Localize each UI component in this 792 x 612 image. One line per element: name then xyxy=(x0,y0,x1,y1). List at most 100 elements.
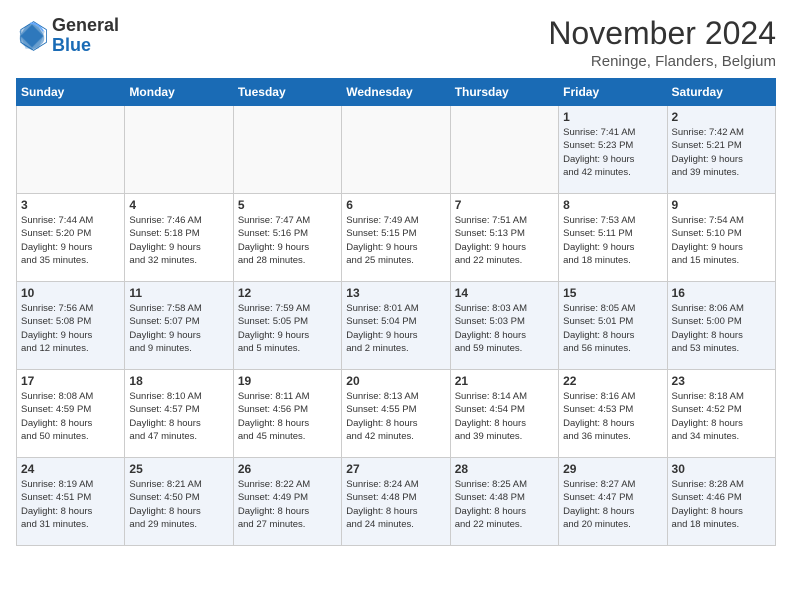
header-row: Sunday Monday Tuesday Wednesday Thursday… xyxy=(17,79,776,106)
col-saturday: Saturday xyxy=(667,79,775,106)
calendar-cell: 17Sunrise: 8:08 AM Sunset: 4:59 PM Dayli… xyxy=(17,370,125,458)
calendar-cell xyxy=(125,106,233,194)
logo-icon xyxy=(16,20,48,52)
day-info: Sunrise: 8:14 AM Sunset: 4:54 PM Dayligh… xyxy=(455,390,554,443)
logo-line2: Blue xyxy=(52,35,91,55)
col-thursday: Thursday xyxy=(450,79,558,106)
calendar-cell: 25 Sunrise: 8:21 AM Sunset: 4:50 PM Dayli… xyxy=(125,458,233,546)
calendar-week-4: 24 Sunrise: 8:19 AM Sunset: 4:51 PM Dayli… xyxy=(17,458,776,546)
calendar-cell: 21 Sunrise: 8:14 AM Sunset: 4:54 PM Dayli… xyxy=(450,370,558,458)
day-number: 8 xyxy=(563,198,662,212)
day-number: 3 xyxy=(21,198,120,212)
day-info: Sunrise: 7:42 AM Sunset: 5:21 PM Dayligh… xyxy=(672,126,771,179)
calendar-cell: 11Sunrise: 7:58 AM Sunset: 5:07 PM Dayli… xyxy=(125,282,233,370)
calendar-cell: 12 Sunrise: 7:59 AM Sunset: 5:05 PM Dayli… xyxy=(233,282,341,370)
calendar-cell: 16 Sunrise: 8:06 AM Sunset: 5:00 PM Dayli… xyxy=(667,282,775,370)
day-number: 16 xyxy=(672,286,771,300)
col-wednesday: Wednesday xyxy=(342,79,450,106)
calendar-cell: 3Sunrise: 7:44 AM Sunset: 5:20 PM Daylig… xyxy=(17,194,125,282)
calendar-cell: 7 Sunrise: 7:51 AM Sunset: 5:13 PM Daylig… xyxy=(450,194,558,282)
day-info: Sunrise: 8:11 AM Sunset: 4:56 PM Dayligh… xyxy=(238,390,337,443)
day-number: 29 xyxy=(563,462,662,476)
col-friday: Friday xyxy=(559,79,667,106)
day-number: 26 xyxy=(238,462,337,476)
day-number: 2 xyxy=(672,110,771,124)
day-number: 5 xyxy=(238,198,337,212)
day-number: 27 xyxy=(346,462,445,476)
calendar-cell xyxy=(342,106,450,194)
calendar-table: Sunday Monday Tuesday Wednesday Thursday… xyxy=(16,78,776,546)
calendar-week-0: 1Sunrise: 7:41 AM Sunset: 5:23 PM Daylig… xyxy=(17,106,776,194)
day-number: 23 xyxy=(672,374,771,388)
day-number: 6 xyxy=(346,198,445,212)
day-number: 7 xyxy=(455,198,554,212)
day-info: Sunrise: 8:22 AM Sunset: 4:49 PM Dayligh… xyxy=(238,478,337,531)
calendar-cell: 26 Sunrise: 8:22 AM Sunset: 4:49 PM Dayli… xyxy=(233,458,341,546)
calendar-cell: 28Sunrise: 8:25 AM Sunset: 4:48 PM Dayli… xyxy=(450,458,558,546)
day-number: 9 xyxy=(672,198,771,212)
day-info: Sunrise: 8:25 AM Sunset: 4:48 PM Dayligh… xyxy=(455,478,554,531)
day-info: Sunrise: 8:05 AM Sunset: 5:01 PM Dayligh… xyxy=(563,302,662,355)
calendar-cell: 24 Sunrise: 8:19 AM Sunset: 4:51 PM Dayli… xyxy=(17,458,125,546)
calendar-cell: 14 Sunrise: 8:03 AM Sunset: 5:03 PM Dayli… xyxy=(450,282,558,370)
calendar-cell: 8Sunrise: 7:53 AM Sunset: 5:11 PM Daylig… xyxy=(559,194,667,282)
calendar-cell: 13Sunrise: 8:01 AM Sunset: 5:04 PM Dayli… xyxy=(342,282,450,370)
day-info: Sunrise: 8:10 AM Sunset: 4:57 PM Dayligh… xyxy=(129,390,228,443)
calendar-week-2: 10 Sunrise: 7:56 AM Sunset: 5:08 PM Dayli… xyxy=(17,282,776,370)
day-info: Sunrise: 8:28 AM Sunset: 4:46 PM Dayligh… xyxy=(672,478,771,531)
calendar-cell: 23Sunrise: 8:18 AM Sunset: 4:52 PM Dayli… xyxy=(667,370,775,458)
day-info: Sunrise: 7:47 AM Sunset: 5:16 PM Dayligh… xyxy=(238,214,337,267)
day-info: Sunrise: 7:49 AM Sunset: 5:15 PM Dayligh… xyxy=(346,214,445,267)
day-number: 13 xyxy=(346,286,445,300)
day-number: 24 xyxy=(21,462,120,476)
logo-text: General Blue xyxy=(52,16,119,56)
day-number: 15 xyxy=(563,286,662,300)
title-block: November 2024 Reninge, Flanders, Belgium xyxy=(548,16,776,70)
page: General Blue November 2024 Reninge, Flan… xyxy=(0,0,792,554)
col-monday: Monday xyxy=(125,79,233,106)
day-info: Sunrise: 7:56 AM Sunset: 5:08 PM Dayligh… xyxy=(21,302,120,355)
calendar-cell: 29 Sunrise: 8:27 AM Sunset: 4:47 PM Dayli… xyxy=(559,458,667,546)
day-info: Sunrise: 7:59 AM Sunset: 5:05 PM Dayligh… xyxy=(238,302,337,355)
logo-line1: General xyxy=(52,15,119,35)
day-number: 25 xyxy=(129,462,228,476)
calendar-cell: 22 Sunrise: 8:16 AM Sunset: 4:53 PM Dayli… xyxy=(559,370,667,458)
calendar-cell: 15 Sunrise: 8:05 AM Sunset: 5:01 PM Dayli… xyxy=(559,282,667,370)
day-number: 21 xyxy=(455,374,554,388)
col-tuesday: Tuesday xyxy=(233,79,341,106)
calendar-cell: 1Sunrise: 7:41 AM Sunset: 5:23 PM Daylig… xyxy=(559,106,667,194)
day-info: Sunrise: 8:13 AM Sunset: 4:55 PM Dayligh… xyxy=(346,390,445,443)
day-number: 20 xyxy=(346,374,445,388)
calendar-cell: 9Sunrise: 7:54 AM Sunset: 5:10 PM Daylig… xyxy=(667,194,775,282)
col-sunday: Sunday xyxy=(17,79,125,106)
calendar-cell xyxy=(17,106,125,194)
day-number: 1 xyxy=(563,110,662,124)
day-number: 10 xyxy=(21,286,120,300)
calendar-body: 1Sunrise: 7:41 AM Sunset: 5:23 PM Daylig… xyxy=(17,106,776,546)
calendar-week-1: 3Sunrise: 7:44 AM Sunset: 5:20 PM Daylig… xyxy=(17,194,776,282)
calendar-cell: 2 Sunrise: 7:42 AM Sunset: 5:21 PM Daylig… xyxy=(667,106,775,194)
calendar-cell: 6 Sunrise: 7:49 AM Sunset: 5:15 PM Daylig… xyxy=(342,194,450,282)
calendar-cell: 30Sunrise: 8:28 AM Sunset: 4:46 PM Dayli… xyxy=(667,458,775,546)
day-info: Sunrise: 8:16 AM Sunset: 4:53 PM Dayligh… xyxy=(563,390,662,443)
day-info: Sunrise: 8:03 AM Sunset: 5:03 PM Dayligh… xyxy=(455,302,554,355)
day-number: 12 xyxy=(238,286,337,300)
calendar-cell: 27Sunrise: 8:24 AM Sunset: 4:48 PM Dayli… xyxy=(342,458,450,546)
day-number: 22 xyxy=(563,374,662,388)
day-info: Sunrise: 7:51 AM Sunset: 5:13 PM Dayligh… xyxy=(455,214,554,267)
day-number: 18 xyxy=(129,374,228,388)
calendar-cell xyxy=(233,106,341,194)
calendar-cell: 19 Sunrise: 8:11 AM Sunset: 4:56 PM Dayli… xyxy=(233,370,341,458)
day-info: Sunrise: 8:21 AM Sunset: 4:50 PM Dayligh… xyxy=(129,478,228,531)
location: Reninge, Flanders, Belgium xyxy=(548,53,776,70)
calendar-cell: 5 Sunrise: 7:47 AM Sunset: 5:16 PM Daylig… xyxy=(233,194,341,282)
calendar-cell: 10 Sunrise: 7:56 AM Sunset: 5:08 PM Dayli… xyxy=(17,282,125,370)
day-number: 14 xyxy=(455,286,554,300)
day-info: Sunrise: 8:19 AM Sunset: 4:51 PM Dayligh… xyxy=(21,478,120,531)
month-title: November 2024 xyxy=(548,16,776,51)
day-info: Sunrise: 8:08 AM Sunset: 4:59 PM Dayligh… xyxy=(21,390,120,443)
calendar-cell: 4Sunrise: 7:46 AM Sunset: 5:18 PM Daylig… xyxy=(125,194,233,282)
day-info: Sunrise: 8:06 AM Sunset: 5:00 PM Dayligh… xyxy=(672,302,771,355)
day-number: 19 xyxy=(238,374,337,388)
day-info: Sunrise: 8:27 AM Sunset: 4:47 PM Dayligh… xyxy=(563,478,662,531)
